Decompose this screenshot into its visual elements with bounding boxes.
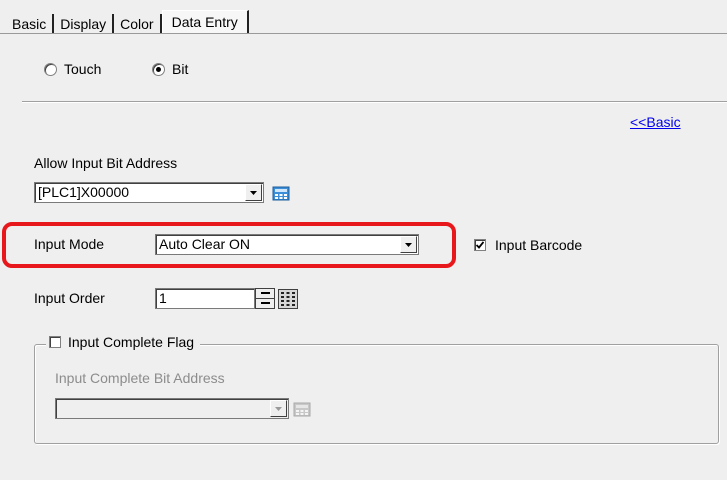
radio-bit-label: Bit <box>172 61 189 77</box>
section-separator <box>22 101 727 103</box>
calculator-icon[interactable] <box>278 289 298 312</box>
tab-display[interactable]: Display <box>54 14 115 34</box>
spinner-up-icon[interactable] <box>256 289 274 299</box>
complete-flag-group <box>34 344 719 444</box>
allow-input-combo[interactable]: [PLC1]X00000 <box>34 182 264 203</box>
tab-color[interactable]: Color <box>114 14 162 34</box>
complete-bit-address-label: Input Complete Bit Address <box>55 370 225 386</box>
spinner-down-icon[interactable] <box>256 299 274 308</box>
checkbox-unchecked-icon[interactable] <box>49 336 61 348</box>
checkbox-checked-icon[interactable] <box>474 239 486 251</box>
radio-touch-indicator[interactable] <box>44 62 57 76</box>
address-keypad-icon-disabled[interactable] <box>293 400 311 418</box>
tab-divider <box>0 33 727 34</box>
tab-basic[interactable]: Basic <box>6 14 55 34</box>
input-order-field[interactable]: 1 <box>155 288 255 309</box>
input-complete-flag-label: Input Complete Flag <box>68 334 195 350</box>
input-order-label: Input Order <box>34 290 105 306</box>
allow-input-label: Allow Input Bit Address <box>34 155 178 171</box>
chevron-down-icon[interactable] <box>270 400 287 417</box>
allow-input-value: [PLC1]X00000 <box>38 184 130 200</box>
tab-data-entry[interactable]: Data Entry <box>161 10 249 34</box>
radio-touch[interactable]: Touch <box>44 61 101 77</box>
address-keypad-icon[interactable] <box>272 184 290 202</box>
basic-link[interactable]: <<Basic <box>630 114 681 130</box>
radio-touch-label: Touch <box>64 61 102 77</box>
input-barcode-label: Input Barcode <box>495 237 583 253</box>
chevron-down-icon[interactable] <box>245 184 262 201</box>
input-order-value: 1 <box>159 290 167 306</box>
tab-bar: Basic Display Color Data Entry <box>6 10 249 34</box>
input-barcode-checkbox[interactable]: Input Barcode <box>474 237 582 253</box>
radio-bit[interactable]: Bit <box>152 61 188 77</box>
highlight-box <box>2 222 456 268</box>
radio-bit-indicator[interactable] <box>152 62 165 76</box>
input-complete-flag-checkbox[interactable]: Input Complete Flag <box>46 334 201 350</box>
complete-bit-address-combo[interactable] <box>55 398 289 419</box>
input-order-spinner[interactable] <box>255 288 275 309</box>
